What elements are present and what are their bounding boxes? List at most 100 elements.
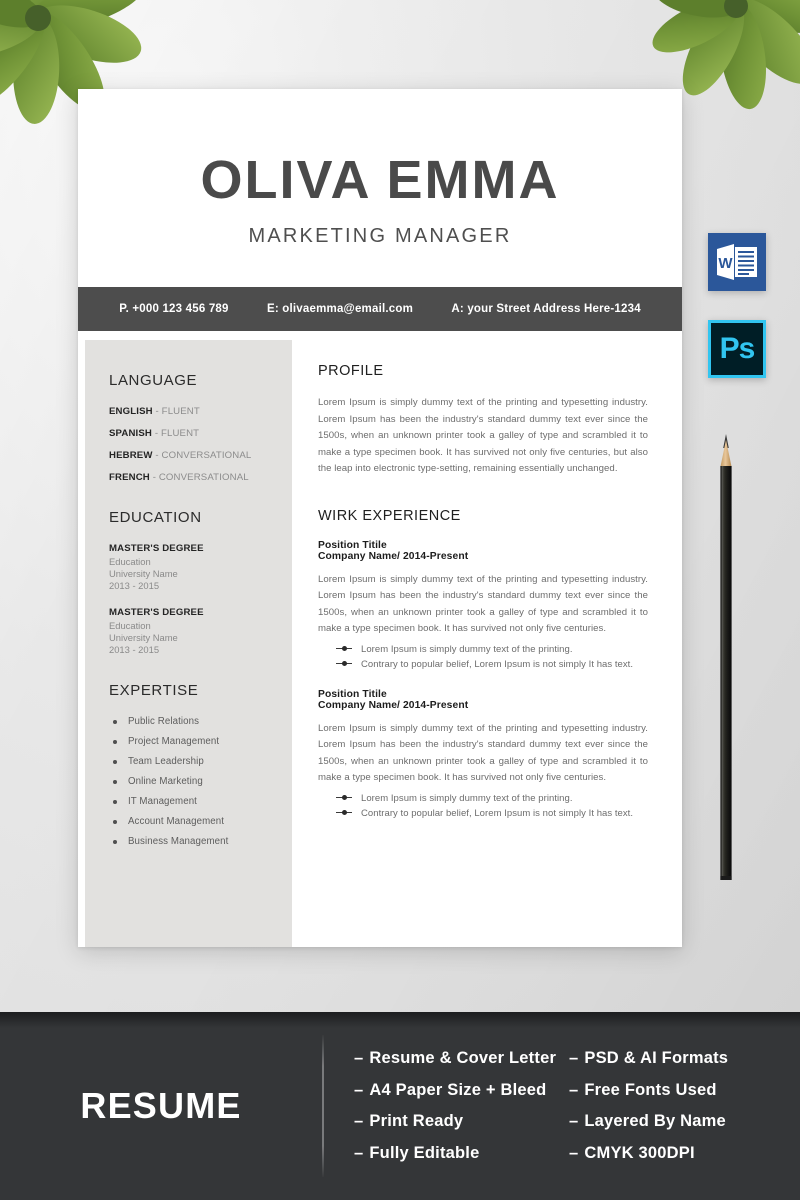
svg-text:W: W <box>718 255 733 272</box>
feature-label: Fully Editable <box>369 1143 480 1162</box>
feature-item: – Print Ready <box>354 1112 569 1131</box>
education-section: EDUCATION MASTER'S DEGREE Education Univ… <box>109 509 292 656</box>
experience-company: Company Name/ 2014-Present <box>318 550 469 562</box>
education-heading: EDUCATION <box>109 509 202 526</box>
dash-icon: – <box>569 1080 579 1099</box>
language-level: - CONVERSATIONAL <box>152 450 252 461</box>
profile-section: PROFILE Lorem Ipsum is simply dummy text… <box>318 363 648 478</box>
feature-label: CMYK 300DPI <box>584 1143 695 1162</box>
experience-entry: Position Titile Company Name/ 2014-Prese… <box>318 540 648 672</box>
expertise-item: Team Leadership <box>109 756 292 767</box>
education-field: Education <box>109 556 151 567</box>
feature-item: – Free Fonts Used <box>569 1081 784 1100</box>
experience-heading: WIRK EXPERIENCE <box>318 507 461 524</box>
education-degree: MASTER'S DEGREE <box>109 543 204 554</box>
feature-item: – Layered By Name <box>569 1112 784 1131</box>
experience-bullet-list: Lorem Ipsum is simply dummy text of the … <box>318 642 648 672</box>
banner-title-wrap: RESUME <box>0 1085 322 1127</box>
resume-page: OLIVA EMMA MARKETING MANAGER P. +000 123… <box>78 89 682 947</box>
dash-icon: – <box>569 1143 579 1162</box>
resume-header: OLIVA EMMA MARKETING MANAGER <box>78 89 682 287</box>
bottom-banner: RESUME – Resume & Cover Letter – A4 Paper … <box>0 1012 800 1200</box>
expertise-item: Online Marketing <box>109 776 292 787</box>
contact-phone: P. +000 123 456 789 <box>119 303 229 315</box>
expertise-item: Account Management <box>109 816 292 827</box>
banner-title: RESUME <box>80 1085 242 1126</box>
expertise-item: Public Relations <box>109 716 292 727</box>
language-section: LANGUAGE ENGLISH - FLUENT SPANISH - FLUE… <box>109 372 292 483</box>
experience-company: Company Name/ 2014-Present <box>318 699 469 711</box>
language-name: SPANISH <box>109 428 152 439</box>
dash-icon: – <box>354 1080 364 1099</box>
education-university: University Name <box>109 568 178 580</box>
language-heading: LANGUAGE <box>109 372 198 389</box>
candidate-job-title: MARKETING MANAGER <box>248 224 512 247</box>
feature-label: PSD & AI Formats <box>584 1049 729 1068</box>
word-icon[interactable]: W <box>708 233 766 291</box>
feature-label: Print Ready <box>369 1112 464 1131</box>
features-column-right: – PSD & AI Formats – Free Fonts Used – Laye… <box>569 1049 784 1163</box>
experience-text: Lorem Ipsum is simply dummy text of the … <box>318 722 648 784</box>
expertise-item: IT Management <box>109 796 292 807</box>
feature-label: Resume & Cover Letter <box>369 1049 557 1068</box>
experience-entry: Position Titile Company Name/ 2014-Prese… <box>318 689 648 821</box>
pencil-decoration <box>716 432 740 889</box>
language-level: - CONVERSATIONAL <box>149 472 249 483</box>
expertise-item: Project Management <box>109 736 292 747</box>
expertise-item: Business Management <box>109 836 292 847</box>
expertise-heading: EXPERTISE <box>109 682 199 700</box>
expertise-section: EXPERTISE Public Relations Project Manag… <box>109 682 292 847</box>
resume-sidebar: LANGUAGE ENGLISH - FLUENT SPANISH - FLUE… <box>85 340 292 947</box>
language-name: HEBREW <box>109 450 153 461</box>
dash-icon: – <box>354 1143 364 1162</box>
candidate-name: OLIVA EMMA <box>200 150 560 211</box>
feature-item: – PSD & AI Formats <box>569 1049 784 1068</box>
feature-item: – A4 Paper Size + Bleed <box>354 1081 569 1100</box>
language-item: ENGLISH - FLUENT <box>109 406 292 417</box>
language-item: FRENCH - CONVERSATIONAL <box>109 472 292 483</box>
feature-label: A4 Paper Size + Bleed <box>369 1080 547 1099</box>
feature-item: – Fully Editable <box>354 1144 569 1163</box>
dash-icon: – <box>354 1049 364 1068</box>
experience-bullet: Contrary to popular belief, Lorem Ipsum … <box>336 657 648 672</box>
dash-icon: – <box>569 1112 579 1131</box>
contact-bar: P. +000 123 456 789 E: olivaemma@email.c… <box>78 287 682 331</box>
expertise-list: Public Relations Project Management Team… <box>109 716 292 847</box>
education-university: University Name <box>109 632 178 644</box>
features-list: – Resume & Cover Letter – A4 Paper Size + … <box>324 1049 800 1163</box>
education-years: 2013 - 2015 <box>109 580 160 592</box>
experience-text: Lorem Ipsum is simply dummy text of the … <box>318 573 648 635</box>
language-level: - FLUENT <box>152 428 200 439</box>
experience-section: WIRK EXPERIENCE Position Titile Company … <box>318 508 648 821</box>
photoshop-icon[interactable]: Ps <box>708 320 766 378</box>
contact-address: A: your Street Address Here-1234 <box>451 303 641 315</box>
features-column-left: – Resume & Cover Letter – A4 Paper Size + … <box>354 1049 569 1163</box>
resume-main-column: PROFILE Lorem Ipsum is simply dummy text… <box>292 331 682 947</box>
education-field: Education <box>109 620 151 632</box>
profile-heading: PROFILE <box>318 363 384 379</box>
experience-bullet: Lorem Ipsum is simply dummy text of the … <box>336 642 648 657</box>
education-entry: MASTER'S DEGREE Education University Nam… <box>109 543 292 592</box>
education-years: 2013 - 2015 <box>109 644 160 656</box>
resume-body: LANGUAGE ENGLISH - FLUENT SPANISH - FLUE… <box>78 331 682 947</box>
dash-icon: – <box>569 1049 579 1068</box>
experience-bullet: Lorem Ipsum is simply dummy text of the … <box>336 791 648 806</box>
contact-email: E: olivaemma@email.com <box>267 303 414 315</box>
language-level: - FLUENT <box>152 406 200 417</box>
education-degree: MASTER'S DEGREE <box>109 607 204 619</box>
language-item: SPANISH - FLUENT <box>109 428 292 439</box>
photoshop-icon-label: Ps <box>719 332 756 365</box>
experience-bullet-list: Lorem Ipsum is simply dummy text of the … <box>318 791 648 821</box>
feature-label: Free Fonts Used <box>584 1080 717 1099</box>
feature-label: Layered By Name <box>584 1112 726 1131</box>
feature-item: – Resume & Cover Letter <box>354 1049 569 1068</box>
profile-text: Lorem Ipsum is simply dummy text of the … <box>318 397 648 474</box>
language-name: FRENCH <box>109 472 150 483</box>
experience-position: Position Titile <box>318 539 387 551</box>
feature-item: – CMYK 300DPI <box>569 1144 784 1163</box>
dash-icon: – <box>354 1112 364 1131</box>
experience-bullet: Contrary to popular belief, Lorem Ipsum … <box>336 806 648 821</box>
education-entry: MASTER'S DEGREE Education University Nam… <box>109 607 292 656</box>
language-name: ENGLISH <box>109 406 153 417</box>
